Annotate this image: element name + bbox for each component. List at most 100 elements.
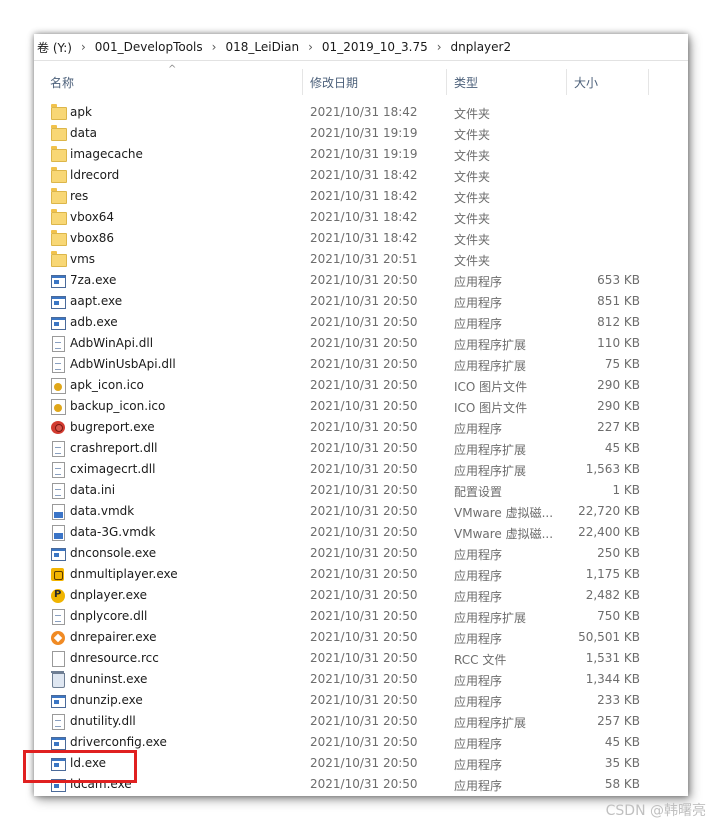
file-name: cximagecrt.dll <box>70 462 156 476</box>
file-row[interactable]: vbox64 2021/10/31 18:42 文件夹 <box>34 207 688 228</box>
file-type: 应用程序扩展 <box>454 338 527 352</box>
file-row[interactable]: bugreport.exe 2021/10/31 20:50 应用程序 227 KB <box>34 417 688 438</box>
file-type: 应用程序 <box>454 590 503 604</box>
dll-icon <box>50 714 66 730</box>
file-name: dnplycore.dll <box>70 609 148 623</box>
column-header-name[interactable]: 名称 <box>50 66 74 96</box>
file-name: vbox64 <box>70 210 115 224</box>
file-row[interactable]: dnutility.dll 2021/10/31 20:50 应用程序扩展 257 K… <box>34 711 688 732</box>
file-size: 2,482 KB <box>585 588 640 602</box>
file-type: 文件夹 <box>454 212 491 226</box>
file-row[interactable]: dnresource.rcc 2021/10/31 20:50 RCC 文件 1,53… <box>34 648 688 669</box>
file-row[interactable]: ldrecord 2021/10/31 18:42 文件夹 <box>34 165 688 186</box>
file-name: crashreport.dll <box>70 441 158 455</box>
file-row[interactable]: aapt.exe 2021/10/31 20:50 应用程序 851 KB <box>34 291 688 312</box>
file-row[interactable]: res 2021/10/31 18:42 文件夹 <box>34 186 688 207</box>
file-size: 58 KB <box>604 777 640 791</box>
file-name: dnplayer.exe <box>70 588 147 602</box>
file-row[interactable]: vbox86 2021/10/31 18:42 文件夹 <box>34 228 688 249</box>
ico-file-icon <box>50 399 66 415</box>
file-date: 2021/10/31 20:50 <box>310 693 418 707</box>
file-date: 2021/10/31 20:50 <box>310 672 418 686</box>
file-row[interactable]: backup_icon.ico 2021/10/31 20:50 ICO 图片文件 2… <box>34 396 688 417</box>
breadcrumb-drive[interactable]: 卷 (Y:) <box>34 39 76 56</box>
file-row[interactable]: dnplayer.exe 2021/10/31 20:50 应用程序 2,482 KB <box>34 585 688 606</box>
folder-icon <box>50 125 67 141</box>
file-date: 2021/10/31 18:42 <box>310 210 418 224</box>
dll-icon <box>50 462 66 478</box>
file-row[interactable]: 7za.exe 2021/10/31 20:50 应用程序 653 KB <box>34 270 688 291</box>
file-size: 812 KB <box>597 315 640 329</box>
file-type: VMware 虚拟磁... <box>454 527 554 541</box>
column-header-size[interactable]: 大小 <box>574 66 598 96</box>
file-row[interactable]: dnmultiplayer.exe 2021/10/31 20:50 应用程序 1,1… <box>34 564 688 585</box>
file-row[interactable]: data.ini 2021/10/31 20:50 配置设置 1 KB <box>34 480 688 501</box>
file-type: ICO 图片文件 <box>454 380 528 394</box>
file-row[interactable]: adb.exe 2021/10/31 20:50 应用程序 812 KB <box>34 312 688 333</box>
breadcrumb-separator: › <box>80 40 86 54</box>
file-row[interactable]: apk_icon.ico 2021/10/31 20:50 ICO 图片文件 290 … <box>34 375 688 396</box>
file-type: 文件夹 <box>454 233 491 247</box>
file-row[interactable]: dnuninst.exe 2021/10/31 20:50 应用程序 1,344 KB <box>34 669 688 690</box>
file-size: 45 KB <box>604 735 640 749</box>
file-row[interactable]: imagecache 2021/10/31 19:19 文件夹 <box>34 144 688 165</box>
watermark: CSDN @韩曙亮 <box>605 803 706 819</box>
file-date: 2021/10/31 20:50 <box>310 273 418 287</box>
column-divider[interactable] <box>566 69 567 95</box>
repair-icon <box>50 630 66 645</box>
file-row[interactable]: cximagecrt.dll 2021/10/31 20:50 应用程序扩展 1,56… <box>34 459 688 480</box>
column-header-type[interactable]: 类型 <box>454 66 478 96</box>
breadcrumb-item[interactable]: 001_DevelopTools <box>91 40 207 54</box>
file-row[interactable]: apk 2021/10/31 18:42 文件夹 <box>34 102 688 123</box>
file-row[interactable]: dnconsole.exe 2021/10/31 20:50 应用程序 250 KB <box>34 543 688 564</box>
file-type: 应用程序 <box>454 779 503 793</box>
file-date: 2021/10/31 20:50 <box>310 567 418 581</box>
file-row[interactable]: crashreport.dll 2021/10/31 20:50 应用程序扩展 45 … <box>34 438 688 459</box>
file-row[interactable]: data-3G.vmdk 2021/10/31 20:50 VMware 虚拟磁..… <box>34 522 688 543</box>
column-header-date[interactable]: 修改日期 <box>310 66 358 96</box>
file-name: AdbWinApi.dll <box>70 336 154 350</box>
column-divider[interactable] <box>446 69 447 95</box>
breadcrumb[interactable]: 卷 (Y:) › 001_DevelopTools › 018_LeiDian … <box>34 34 688 61</box>
file-size: 1,563 KB <box>585 462 640 476</box>
file-type: 应用程序 <box>454 296 503 310</box>
file-row[interactable]: AdbWinApi.dll 2021/10/31 20:50 应用程序扩展 110 K… <box>34 333 688 354</box>
breadcrumb-current[interactable]: dnplayer2 <box>447 40 516 54</box>
file-row[interactable]: data.vmdk 2021/10/31 20:50 VMware 虚拟磁... 22… <box>34 501 688 522</box>
file-row[interactable]: AdbWinUsbApi.dll 2021/10/31 20:50 应用程序扩展 75… <box>34 354 688 375</box>
file-name: dnuninst.exe <box>70 672 148 686</box>
file-type: 应用程序 <box>454 275 503 289</box>
file-type: 应用程序 <box>454 674 503 688</box>
file-type: 应用程序 <box>454 758 503 772</box>
file-size: 290 KB <box>597 378 640 392</box>
file-name: apk_icon.ico <box>70 378 144 392</box>
file-name: AdbWinUsbApi.dll <box>70 357 176 371</box>
file-type: 配置设置 <box>454 485 503 499</box>
file-size: 290 KB <box>597 399 640 413</box>
file-size: 1,531 KB <box>585 651 640 665</box>
breadcrumb-item[interactable]: 01_2019_10_3.75 <box>318 40 432 54</box>
file-size: 233 KB <box>597 693 640 707</box>
file-date: 2021/10/31 20:50 <box>310 609 418 623</box>
file-row[interactable]: dnrepairer.exe 2021/10/31 20:50 应用程序 50,501… <box>34 627 688 648</box>
file-size: 35 KB <box>604 756 640 770</box>
column-divider[interactable] <box>302 69 303 95</box>
file-size: 22,400 KB <box>578 525 640 539</box>
folder-icon <box>50 188 67 204</box>
file-row[interactable]: dnplycore.dll 2021/10/31 20:50 应用程序扩展 750 K… <box>34 606 688 627</box>
column-header-row: ^ 名称 修改日期 类型 大小 <box>34 64 688 96</box>
file-size: 50,501 KB <box>578 630 640 644</box>
file-row[interactable]: dnunzip.exe 2021/10/31 20:50 应用程序 233 KB <box>34 690 688 711</box>
file-size: 257 KB <box>597 714 640 728</box>
file-date: 2021/10/31 20:50 <box>310 504 418 518</box>
file-name: dnunzip.exe <box>70 693 143 707</box>
file-date: 2021/10/31 20:50 <box>310 441 418 455</box>
exe-icon <box>50 693 66 708</box>
file-type: 应用程序扩展 <box>454 716 527 730</box>
column-divider[interactable] <box>648 69 649 95</box>
file-row[interactable]: data 2021/10/31 19:19 文件夹 <box>34 123 688 144</box>
player-icon <box>50 588 66 603</box>
breadcrumb-item[interactable]: 018_LeiDian <box>221 40 303 54</box>
file-row[interactable]: vms 2021/10/31 20:51 文件夹 <box>34 249 688 270</box>
sort-ascending-icon: ^ <box>168 64 177 75</box>
